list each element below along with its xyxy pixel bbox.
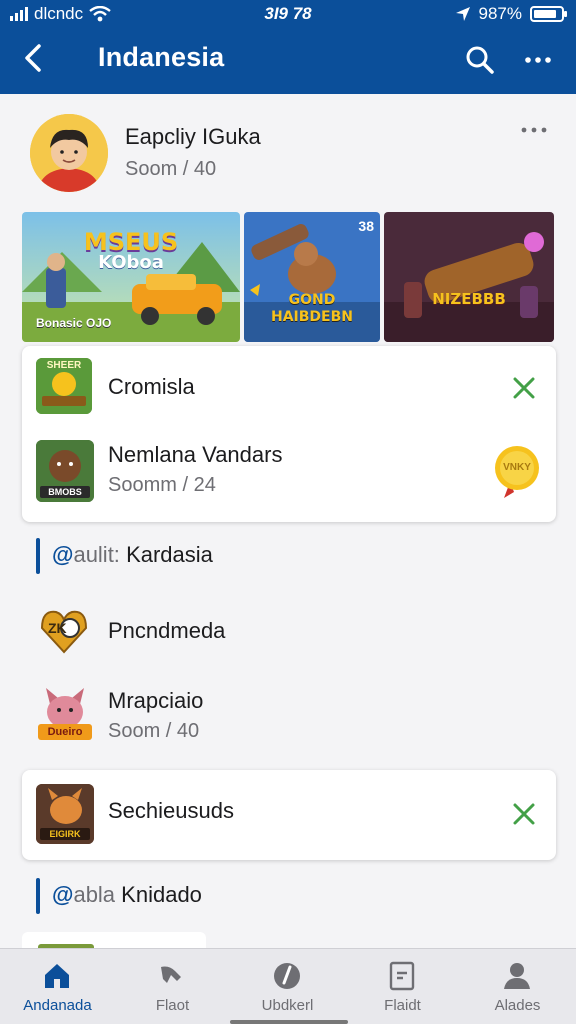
list-item[interactable]: SHEER Cromisla <box>22 346 556 428</box>
location-arrow-icon <box>455 7 470 21</box>
list-item-title: Pncndmeda <box>108 618 226 643</box>
home-icon <box>45 964 69 988</box>
app-bar: Indanesia <box>0 32 576 88</box>
home-indicator[interactable] <box>230 1020 348 1024</box>
thumbnail-label: EIGIRK <box>49 829 81 839</box>
list-item[interactable]: ZK Pncndmeda <box>36 602 546 666</box>
list-item-sub: Soom / 40 <box>108 720 200 742</box>
list-item-title: Sechieusuds <box>108 798 234 823</box>
tab-document[interactable]: Flaidt <box>345 959 460 1019</box>
banner-carousel[interactable]: MSEUS KOboa Bonasic OJO 38 GOND HAIBDEBN <box>22 212 554 342</box>
battery-icon <box>530 6 567 22</box>
top-bar: dlcndc 3I9 78 987% Indanesia <box>0 0 576 94</box>
profile-header[interactable]: Eapcliy IGuka Soom / 40 <box>30 114 550 194</box>
profile-more-button[interactable] <box>518 120 550 140</box>
section-title: @abla Knidado <box>52 882 202 908</box>
tab-label: Flaidt <box>384 997 421 1014</box>
section-header: @aulit: Kardasia <box>36 538 436 574</box>
medal-icon[interactable]: VNKY <box>492 444 542 500</box>
app-thumbnail: EIGIRK <box>36 784 94 844</box>
section-label: Knidado <box>121 882 202 907</box>
thumbnail-label: SHEER <box>46 360 82 371</box>
tab-share[interactable]: Flaot <box>115 959 230 1019</box>
banner-art <box>384 212 554 342</box>
list-item[interactable]: EIGIRK Sechieusuds <box>22 770 556 860</box>
card-list: SHEER Cromisla BMOBS Nemlana Vandars Soo… <box>22 346 556 522</box>
close-icon[interactable] <box>510 374 538 402</box>
section-label: Kardasia <box>126 542 213 567</box>
profile-sub: Soom / 40 <box>125 158 217 180</box>
app-thumbnail: BMOBS <box>36 440 94 502</box>
list-item[interactable]: Dueiro Mrapciaio Soom / 40 <box>36 678 546 758</box>
section-muted: abla <box>73 882 116 907</box>
brush-icon <box>274 963 300 989</box>
banner-subtitle: KOboa <box>98 252 164 273</box>
app-thumbnail: ZK <box>38 604 90 656</box>
section-muted: aulit: <box>73 542 120 567</box>
tab-label: Flaot <box>155 997 190 1014</box>
status-right: 987% <box>455 4 567 24</box>
section-accent <box>36 878 40 914</box>
tab-label: Alades <box>494 997 541 1014</box>
list-item-title: Mrapciaio <box>108 688 204 713</box>
list-item-title: Cromisla <box>108 374 195 399</box>
medal-label: VNKY <box>503 462 531 473</box>
section-accent <box>36 538 40 574</box>
tab-label: Andanada <box>23 997 92 1014</box>
section-at: @ <box>52 882 74 907</box>
list-item-title: Nemlana Vandars <box>108 442 283 467</box>
person-icon <box>504 963 530 989</box>
section-title: @aulit: Kardasia <box>52 542 213 568</box>
bottom-navigation: Andanada Flaot Ubdkerl Flaidt Alades <box>0 948 576 1024</box>
back-button[interactable] <box>14 38 54 78</box>
banner-badge: 38 <box>358 218 374 234</box>
thumbnail-label: BMOBS <box>48 487 82 497</box>
list-item-sub: Soomm / 24 <box>108 474 216 496</box>
share-icon <box>161 966 181 983</box>
tab-home[interactable]: Andanada <box>0 959 115 1019</box>
app-thumbnail: Dueiro <box>36 684 94 744</box>
banner-title: NIZEBBB <box>432 290 506 308</box>
tab-label: Ubdkerl <box>261 997 314 1014</box>
list-item[interactable] <box>22 932 206 948</box>
list-item[interactable]: BMOBS Nemlana Vandars Soomm / 24 VNKY <box>22 428 556 522</box>
close-icon[interactable] <box>510 800 538 828</box>
page-title: Indanesia <box>98 42 225 72</box>
card-list: EIGIRK Sechieusuds <box>22 770 556 860</box>
profile-name: Eapcliy IGuka <box>125 124 261 149</box>
battery-percent: 987% <box>478 4 522 23</box>
tab-profile[interactable]: Alades <box>460 959 575 1019</box>
section-header: @abla Knidado <box>36 878 436 914</box>
thumbnail-label: ZK <box>48 620 67 636</box>
banner-item[interactable]: NIZEBBB <box>384 212 554 342</box>
thumbnail-label: Dueiro <box>47 726 83 738</box>
banner-title: GOND HAIBDEBN <box>270 292 353 325</box>
section-at: @ <box>52 542 74 567</box>
banner-item[interactable]: 38 GOND HAIBDEBN <box>244 212 380 342</box>
content-area[interactable]: Eapcliy IGuka Soom / 40 MSEUS KOboa Bona… <box>0 94 576 948</box>
banner-item[interactable]: MSEUS KOboa Bonasic OJO <box>22 212 240 342</box>
avatar[interactable] <box>30 114 108 192</box>
tab-brush[interactable]: Ubdkerl <box>230 959 345 1019</box>
avatar-illustration <box>30 114 108 192</box>
more-button[interactable] <box>518 40 558 80</box>
app-thumbnail: SHEER <box>36 358 92 414</box>
search-button[interactable] <box>460 40 500 80</box>
document-icon <box>389 961 415 991</box>
banner-footer: Bonasic OJO <box>36 316 112 330</box>
status-bar: dlcndc 3I9 78 987% <box>0 0 576 28</box>
